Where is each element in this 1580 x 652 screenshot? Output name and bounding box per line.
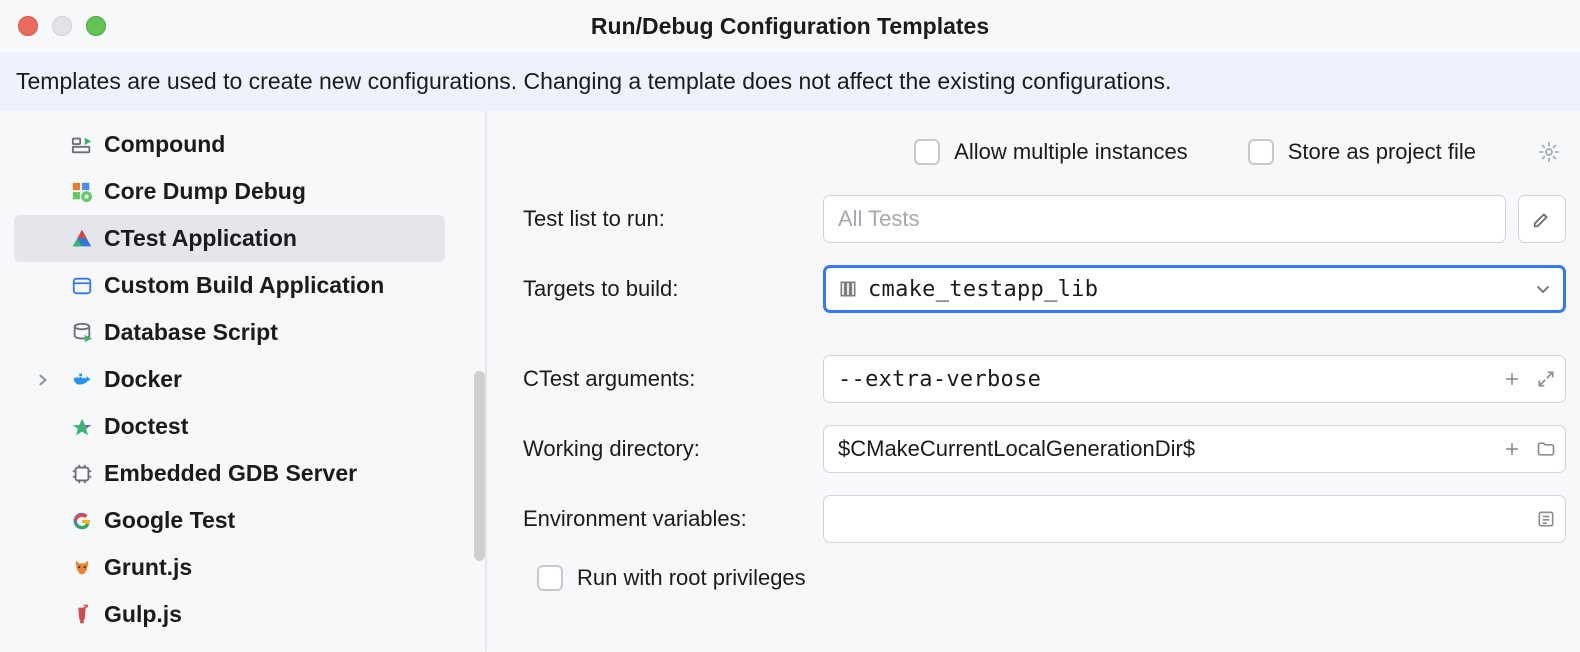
checkbox-icon — [537, 565, 563, 591]
working-directory-input[interactable] — [823, 425, 1566, 473]
docker-icon — [70, 368, 94, 392]
doctest-icon — [70, 415, 94, 439]
row-ctest-args: CTest arguments: — [523, 355, 1566, 403]
split-pane: Compound Core Dump Debug CTest Applicati… — [0, 111, 1580, 651]
checkbox-label: Store as project file — [1288, 139, 1476, 165]
sidebar-item-label: Grunt.js — [104, 554, 192, 581]
sidebar-item-custom-build-application[interactable]: Custom Build Application — [14, 262, 445, 309]
sidebar-item-label: CTest Application — [104, 225, 297, 252]
coredump-icon — [70, 180, 94, 204]
sidebar-item-gulpjs[interactable]: Gulp.js — [14, 591, 445, 638]
edit-test-list-button[interactable] — [1518, 195, 1566, 243]
maximize-window-button[interactable] — [86, 16, 106, 36]
chevron-right-icon — [36, 373, 50, 387]
sidebar-item-label: Docker — [104, 366, 182, 393]
sidebar-item-label: Gulp.js — [104, 601, 182, 628]
sidebar-item-ctest-application[interactable]: CTest Application — [14, 215, 445, 262]
allow-multiple-instances-checkbox[interactable]: Allow multiple instances — [914, 139, 1188, 165]
sidebar-item-embedded-gdb-server[interactable]: Embedded GDB Server — [14, 450, 445, 497]
top-checkbox-row: Allow multiple instances Store as projec… — [523, 139, 1566, 165]
embedded-icon — [70, 462, 94, 486]
chevron-down-icon — [1535, 281, 1551, 297]
grunt-icon — [70, 556, 94, 580]
sidebar-item-core-dump-debug[interactable]: Core Dump Debug — [14, 168, 445, 215]
label-working-dir: Working directory: — [523, 436, 823, 462]
label-test-list: Test list to run: — [523, 206, 823, 232]
gulp-icon — [70, 603, 94, 627]
sidebar-item-compound[interactable]: Compound — [14, 121, 445, 168]
traffic-lights — [0, 16, 106, 36]
close-window-button[interactable] — [18, 16, 38, 36]
sidebar-item-label: Core Dump Debug — [104, 178, 306, 205]
sidebar-item-label: Database Script — [104, 319, 278, 346]
edit-env-vars-button[interactable] — [1536, 509, 1556, 529]
custom-icon — [70, 274, 94, 298]
browse-folder-button[interactable] — [1536, 439, 1556, 459]
ctest-icon — [70, 227, 94, 251]
sidebar-item-label: Embedded GDB Server — [104, 460, 357, 487]
test-list-input[interactable] — [823, 195, 1506, 243]
sidebar-item-database-script[interactable]: Database Script — [14, 309, 445, 356]
run-with-root-privileges-checkbox[interactable]: Run with root privileges — [537, 565, 1566, 591]
window-title: Run/Debug Configuration Templates — [591, 13, 989, 40]
sidebar-item-doctest[interactable]: Doctest — [14, 403, 445, 450]
gtest-icon — [70, 509, 94, 533]
ctest-arguments-input[interactable] — [823, 355, 1566, 403]
sidebar-item-label: Google Test — [104, 507, 235, 534]
store-as-project-file-settings-button[interactable] — [1536, 139, 1562, 165]
sidebar-item-label: Compound — [104, 131, 225, 158]
row-test-list: Test list to run: — [523, 195, 1566, 243]
sidebar-scrollbar[interactable] — [474, 371, 485, 561]
label-ctest-args: CTest arguments: — [523, 366, 823, 392]
library-icon — [838, 279, 858, 299]
compound-icon — [70, 133, 94, 157]
insert-macro-button[interactable] — [1502, 369, 1522, 389]
targets-dropdown[interactable]: cmake_testapp_lib — [823, 265, 1566, 313]
titlebar: Run/Debug Configuration Templates — [0, 0, 1580, 52]
checkbox-icon — [1248, 139, 1274, 165]
sidebar-item-label: Custom Build Application — [104, 272, 384, 299]
row-env-vars: Environment variables: — [523, 495, 1566, 543]
expand-field-button[interactable] — [1536, 369, 1556, 389]
minimize-window-button[interactable] — [52, 16, 72, 36]
label-targets: Targets to build: — [523, 276, 823, 302]
checkbox-label: Run with root privileges — [577, 565, 806, 591]
label-env-vars: Environment variables: — [523, 506, 823, 532]
sidebar-item-docker[interactable]: Docker — [14, 356, 445, 403]
row-working-dir: Working directory: — [523, 425, 1566, 473]
info-banner: Templates are used to create new configu… — [0, 52, 1580, 111]
sidebar-item-gruntjs[interactable]: Grunt.js — [14, 544, 445, 591]
row-targets: Targets to build: cmake_testapp_lib — [523, 265, 1566, 313]
targets-value: cmake_testapp_lib — [868, 277, 1098, 302]
checkbox-icon — [914, 139, 940, 165]
store-as-project-file-checkbox[interactable]: Store as project file — [1248, 139, 1476, 165]
insert-macro-button[interactable] — [1502, 439, 1522, 459]
sidebar-item-google-test[interactable]: Google Test — [14, 497, 445, 544]
sidebar: Compound Core Dump Debug CTest Applicati… — [0, 111, 487, 651]
sidebar-item-label: Doctest — [104, 413, 188, 440]
checkbox-label: Allow multiple instances — [954, 139, 1188, 165]
database-icon — [70, 321, 94, 345]
environment-variables-input[interactable] — [823, 495, 1566, 543]
form-panel: Allow multiple instances Store as projec… — [487, 111, 1580, 651]
